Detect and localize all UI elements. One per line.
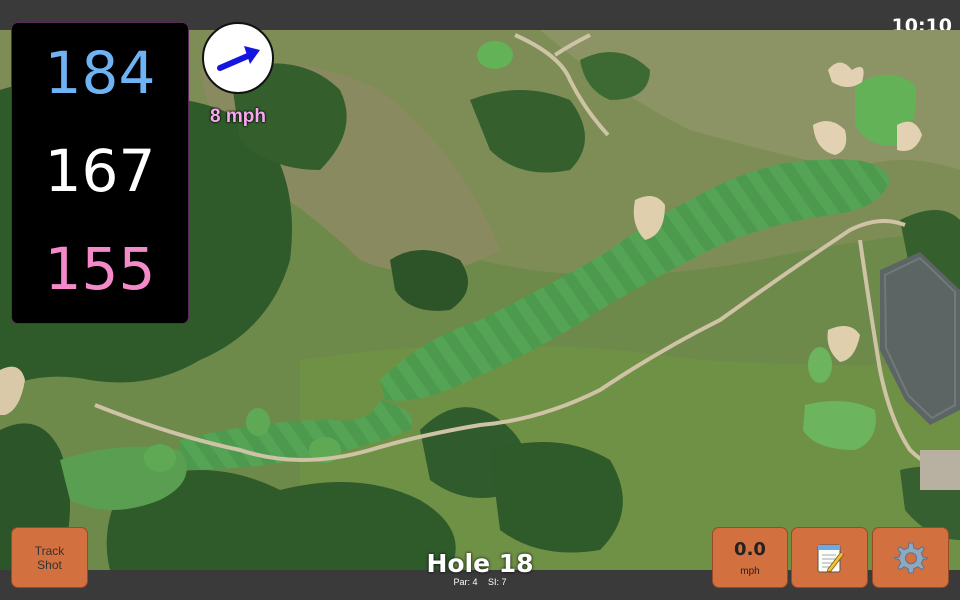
distance-panel: 184 167 155 [12,23,188,323]
hole-title: Hole 18 [426,549,534,578]
notepad-icon [817,544,845,573]
speed-button[interactable]: 0.0 mph [713,528,787,587]
notes-button[interactable] [792,528,867,587]
settings-button[interactable] [873,528,948,587]
speed-value: 0.0 [734,538,766,560]
hole-par: Par: 4 [453,577,478,587]
speed-unit: mph [740,565,760,577]
hole-stroke-index: SI: 7 [488,577,507,587]
track-shot-label-line2: Shot [37,557,62,572]
wind-arrow-icon [217,46,260,71]
wind-speed-label: 8 mph [210,106,266,127]
hole-info: Par: 4 SI: 7 [380,577,580,587]
back-distance: 184 [44,39,156,107]
front-distance: 155 [44,235,156,303]
track-shot-label-line1: Track [34,543,65,558]
track-shot-button[interactable]: Track Shot [12,528,87,587]
middle-distance: 167 [44,137,156,205]
gear-icon [893,542,928,573]
wind-indicator [202,22,274,94]
